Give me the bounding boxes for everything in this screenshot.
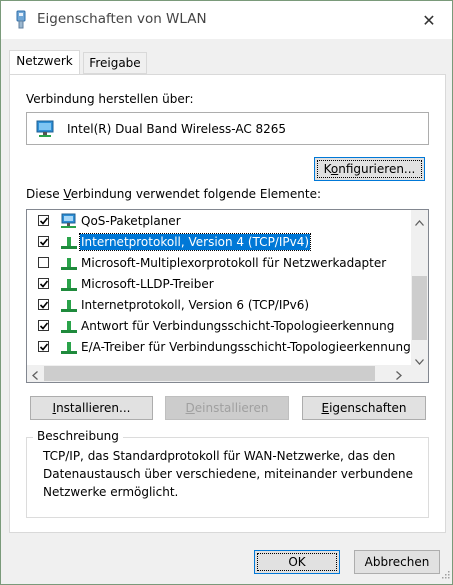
network-adapter-icon: [13, 10, 29, 33]
horizontal-scroll-thumb[interactable]: [44, 366, 375, 381]
window-title: Eigenschaften von WLAN: [37, 11, 207, 27]
protocol-icon: [60, 297, 78, 317]
tab-netzwerk-label: Netzwerk: [16, 54, 73, 68]
list-item[interactable]: E/A-Treiber für Verbindungsschicht-Topol…: [27, 337, 411, 359]
elements-label-post: erbindung verwendet folgende Elemente:: [70, 187, 321, 201]
elements-label: Diese Verbindung verwendet folgende Elem…: [26, 187, 321, 201]
protocol-icon: [60, 255, 78, 275]
scroll-corner: [411, 365, 428, 382]
list-item-label: Antwort für Verbindungsschicht-Topologie…: [81, 319, 395, 333]
checkbox-ipv6[interactable]: [38, 299, 49, 310]
properties-label-post: igenschaften: [329, 401, 407, 415]
checkbox-ipv4[interactable]: [38, 236, 49, 247]
configure-label-underline: o: [330, 162, 339, 176]
close-icon[interactable]: ✕: [406, 1, 452, 39]
scroll-left-icon[interactable]: [32, 369, 38, 382]
configure-label-post: nfigurieren...: [338, 162, 416, 176]
checkbox-multiplexor[interactable]: [38, 257, 49, 268]
list-item-label: Microsoft-LLDP-Treiber: [81, 277, 214, 291]
uninstall-label-underline: D: [185, 401, 195, 415]
elements-label-pre: Diese: [26, 187, 64, 201]
checkbox-lltd-responder[interactable]: [38, 320, 49, 331]
protocol-icon: [60, 318, 78, 338]
cancel-button[interactable]: Abbrechen: [354, 550, 440, 574]
title-bar[interactable]: Eigenschaften von WLAN ✕: [1, 1, 452, 39]
ok-label: OK: [288, 555, 306, 569]
list-item-label: E/A-Treiber für Verbindungsschicht-Topol…: [81, 340, 411, 354]
configure-label-pre: K: [323, 162, 331, 176]
ok-button[interactable]: OK: [254, 550, 340, 574]
list-item-label-selected: Internetprotokoll, Version 4 (TCP/IPv4): [78, 233, 312, 251]
list-item[interactable]: Internetprotokoll, Version 6 (TCP/IPv6): [27, 295, 402, 316]
adapter-box: Intel(R) Dual Band Wireless-AC 8265: [26, 112, 429, 145]
horizontal-scrollbar[interactable]: [27, 365, 411, 382]
tab-freigabe-label: Freigabe: [89, 56, 141, 70]
protocol-icon: [60, 276, 78, 296]
connect-via-label: Verbindung herstellen über:: [26, 92, 194, 106]
properties-dialog: Eigenschaften von WLAN ✕ Netzwerk Freiga…: [0, 0, 453, 585]
install-button[interactable]: Installieren...: [30, 396, 153, 420]
protocol-icon: [60, 234, 78, 254]
list-item-label: QoS-Paketplaner: [81, 214, 181, 228]
elements-label-underline: V: [63, 187, 71, 201]
list-item[interactable]: Microsoft-Multiplexorprotokoll für Netzw…: [27, 253, 402, 274]
resize-grip-icon[interactable]: [440, 568, 450, 582]
scroll-up-icon[interactable]: [415, 215, 424, 229]
elements-list[interactable]: QoS-Paketplaner Internetprotokoll, Versi…: [26, 209, 429, 383]
checkbox-lltd-io[interactable]: [38, 341, 49, 352]
properties-button[interactable]: Eigenschaften: [302, 396, 426, 420]
list-item[interactable]: Internetprotokoll, Version 4 (TCP/IPv4): [27, 232, 402, 253]
list-item-label: Microsoft-Multiplexorprotokoll für Netzw…: [81, 256, 387, 270]
list-item[interactable]: Microsoft-LLDP-Treiber: [27, 274, 402, 295]
vertical-scroll-thumb[interactable]: [412, 276, 427, 340]
list-item[interactable]: Antwort für Verbindungsschicht-Topologie…: [27, 316, 402, 337]
list-item-label: Internetprotokoll, Version 6 (TCP/IPv6): [81, 298, 310, 312]
checkbox-qos[interactable]: [38, 215, 49, 226]
network-service-icon: [60, 213, 78, 233]
scroll-right-icon[interactable]: [396, 369, 402, 382]
configure-button[interactable]: Konfigurieren...: [314, 157, 425, 181]
properties-label-underline: E: [321, 401, 330, 415]
network-adapter-icon: [36, 120, 56, 141]
tab-freigabe[interactable]: Freigabe: [83, 52, 147, 74]
list-item[interactable]: QoS-Paketplaner: [27, 211, 402, 232]
install-label-post: nstallieren...: [56, 401, 131, 415]
description-text: TCP/IP, das Standardprotokoll für WAN-Ne…: [43, 449, 413, 499]
description-title: Beschreibung: [33, 429, 123, 443]
adapter-name: Intel(R) Dual Band Wireless-AC 8265: [67, 122, 287, 136]
tab-netzwerk[interactable]: Netzwerk: [9, 50, 80, 74]
cancel-label: Abbrechen: [364, 555, 430, 569]
protocol-icon: [60, 339, 78, 359]
vertical-scrollbar[interactable]: [411, 210, 428, 365]
uninstall-label-post: einstallieren: [194, 401, 269, 415]
uninstall-button[interactable]: Deinstallieren: [165, 396, 289, 420]
checkbox-lldp[interactable]: [38, 278, 49, 289]
